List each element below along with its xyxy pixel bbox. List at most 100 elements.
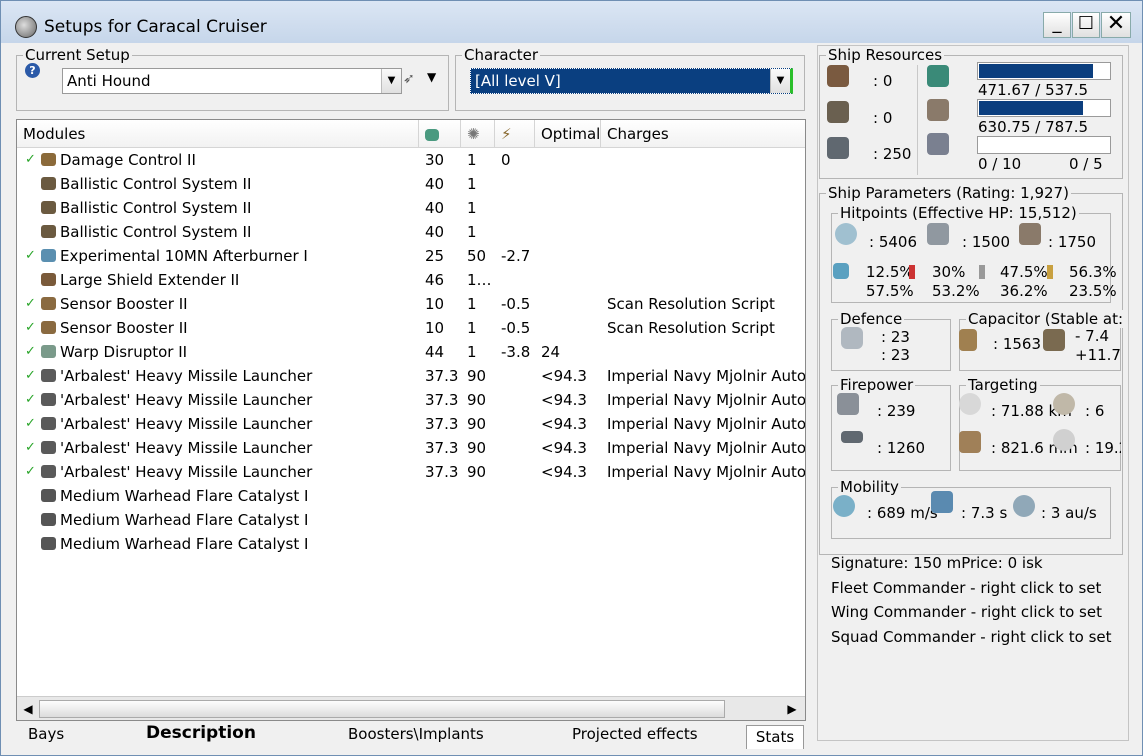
tab-description[interactable]: Description	[146, 723, 256, 743]
module-pg: 90	[467, 439, 487, 457]
online-check-icon: ✓	[25, 320, 36, 335]
align-time-value: : 7.3 s	[961, 504, 1008, 522]
col-optimal[interactable]: Optimal	[535, 120, 601, 148]
chevron-down-icon[interactable]: ▼	[770, 69, 790, 93]
max-targets-icon	[1053, 393, 1075, 415]
title-bar[interactable]: Setups for Caracal Cruiser _ ☐ ✕	[1, 1, 1142, 43]
powergrid-icon: ✺	[467, 125, 480, 143]
module-row[interactable]: ✓ 'Arbalest' Heavy Missile Launcher 37.3 90…	[17, 436, 805, 460]
defence-title: Defence	[838, 310, 905, 328]
module-cpu: 37.3	[425, 439, 459, 457]
module-icon	[41, 489, 56, 502]
turret-hardpoints-value: : 0	[873, 72, 893, 90]
module-pg: 90	[467, 391, 487, 409]
module-pg: 1	[467, 199, 477, 217]
resist-1b: 30%	[932, 263, 966, 281]
tab-bays[interactable]: Bays	[28, 725, 64, 743]
module-name: Medium Warhead Flare Catalyst I	[60, 511, 309, 529]
online-check-icon: ✓	[25, 368, 36, 383]
module-row[interactable]: Ballistic Control System II 40 1	[17, 220, 805, 244]
setup-select[interactable]: Anti Hound ▼	[62, 68, 402, 94]
signature-price: Signature: 150 mPrice: 0 isk	[831, 554, 1043, 572]
bottom-tabs: Bays Description Boosters\Implants Proje…	[16, 723, 806, 751]
col-powergrid[interactable]: ✺	[461, 120, 495, 148]
module-icon	[41, 441, 56, 454]
module-row[interactable]: ✓ Warp Disruptor II 44 1 -3.8 24	[17, 340, 805, 364]
module-name: 'Arbalest' Heavy Missile Launcher	[60, 415, 313, 433]
character-select[interactable]: [All level V] ▼	[470, 68, 793, 94]
col-capacitor[interactable]: ⚡	[495, 120, 535, 148]
launcher-hardpoints-icon	[827, 101, 849, 123]
module-cpu: 46	[425, 271, 445, 289]
online-check-icon: ✓	[25, 416, 36, 431]
module-cpu: 44	[425, 343, 445, 361]
col-cpu[interactable]	[419, 120, 461, 148]
chevron-down-icon[interactable]: ▼	[381, 69, 401, 93]
dps-icon	[837, 393, 859, 415]
module-row[interactable]: ✓ 'Arbalest' Heavy Missile Launcher 37.3 90…	[17, 460, 805, 484]
tab-stats[interactable]: Stats	[746, 725, 804, 749]
module-row[interactable]: Medium Warhead Flare Catalyst I	[17, 508, 805, 532]
fleet-commander[interactable]: Fleet Commander - right click to set	[831, 579, 1101, 597]
module-row[interactable]: Medium Warhead Flare Catalyst I	[17, 532, 805, 556]
cpu-value: 471.67 / 537.5	[978, 81, 1089, 99]
module-row[interactable]: ✓ Sensor Booster II 10 1 -0.5 Scan Resolution…	[17, 316, 805, 340]
col-modules[interactable]: Modules	[17, 120, 419, 148]
module-row[interactable]: ✓ Damage Control II 30 1 0	[17, 148, 805, 172]
speed-icon	[833, 495, 855, 517]
module-cpu: 40	[425, 199, 445, 217]
module-optimal: 24	[541, 343, 561, 361]
scrollbar-thumb[interactable]	[39, 700, 725, 718]
scroll-right-icon[interactable]: ▶	[783, 700, 801, 718]
module-row[interactable]: Large Shield Extender II 46 1…	[17, 268, 805, 292]
dropdown-arrow-icon[interactable]: ▼	[427, 70, 436, 84]
modules-list[interactable]: Modules ✺ ⚡ Optimal Charges ✓ Damage Cont…	[16, 119, 806, 721]
col-charges[interactable]: Charges	[601, 120, 805, 148]
resist-1a: 12.5%	[866, 263, 914, 281]
warp-speed-icon	[1013, 495, 1035, 517]
online-check-icon: ✓	[25, 464, 36, 479]
module-charge: Imperial Navy Mjolnir Auto-Ta	[607, 391, 806, 409]
module-row[interactable]: ✓ 'Arbalest' Heavy Missile Launcher 37.3 90…	[17, 412, 805, 436]
module-row[interactable]: Medium Warhead Flare Catalyst I	[17, 484, 805, 508]
minimize-button[interactable]: _	[1043, 12, 1071, 38]
dps-value: : 239	[877, 402, 916, 420]
sensor-strength-value: : 19.2	[1085, 439, 1121, 457]
module-row[interactable]: ✓ 'Arbalest' Heavy Missile Launcher 37.3 90…	[17, 388, 806, 412]
module-cpu: 40	[425, 223, 445, 241]
module-row[interactable]: Ballistic Control System II 40 1	[17, 196, 805, 220]
max-targets-value: : 6	[1085, 402, 1105, 420]
online-check-icon: ✓	[25, 440, 36, 455]
close-button[interactable]: ✕	[1101, 12, 1131, 38]
module-icon	[41, 201, 56, 214]
module-row[interactable]: Ballistic Control System II 40 1	[17, 172, 805, 196]
module-row[interactable]: ✓ 'Arbalest' Heavy Missile Launcher 37.3 90…	[17, 364, 805, 388]
module-icon	[41, 225, 56, 238]
ship-action-icon[interactable]: ➶	[403, 71, 423, 87]
defence-value-2: : 23	[881, 346, 910, 364]
module-cap: -3.8	[501, 343, 531, 361]
module-row[interactable]: ✓ Experimental 10MN Afterburner I 25 50 -2.7	[17, 244, 805, 268]
drone-bay-bar	[977, 136, 1111, 154]
help-icon[interactable]: ?	[25, 63, 40, 78]
wing-commander[interactable]: Wing Commander - right click to set	[831, 603, 1102, 621]
cpu-resource-icon	[927, 65, 949, 87]
module-name: Ballistic Control System II	[60, 223, 252, 241]
shield-hp-value: : 5406	[869, 233, 917, 251]
tab-projected-effects[interactable]: Projected effects	[572, 725, 698, 743]
squad-commander[interactable]: Squad Commander - right click to set	[831, 628, 1112, 646]
cpu-bar	[977, 62, 1111, 80]
module-cap: 0	[501, 151, 511, 169]
module-pg: 90	[467, 463, 487, 481]
speed-value: : 689 m/s	[867, 504, 938, 522]
tab-boosters-implants[interactable]: Boosters\Implants	[348, 725, 484, 743]
module-pg: 90	[467, 367, 487, 385]
resist-1c: 47.5%	[1000, 263, 1048, 281]
maximize-button[interactable]: ☐	[1072, 12, 1100, 38]
module-row[interactable]: ✓ Sensor Booster II 10 1 -0.5 Scan Resolution…	[17, 292, 805, 316]
module-icon	[41, 273, 56, 286]
horizontal-scrollbar[interactable]: ◀ ▶	[17, 696, 805, 720]
capacitor-delta-1: - 7.4	[1075, 327, 1110, 345]
scroll-left-icon[interactable]: ◀	[19, 700, 37, 718]
module-name: 'Arbalest' Heavy Missile Launcher	[60, 367, 313, 385]
